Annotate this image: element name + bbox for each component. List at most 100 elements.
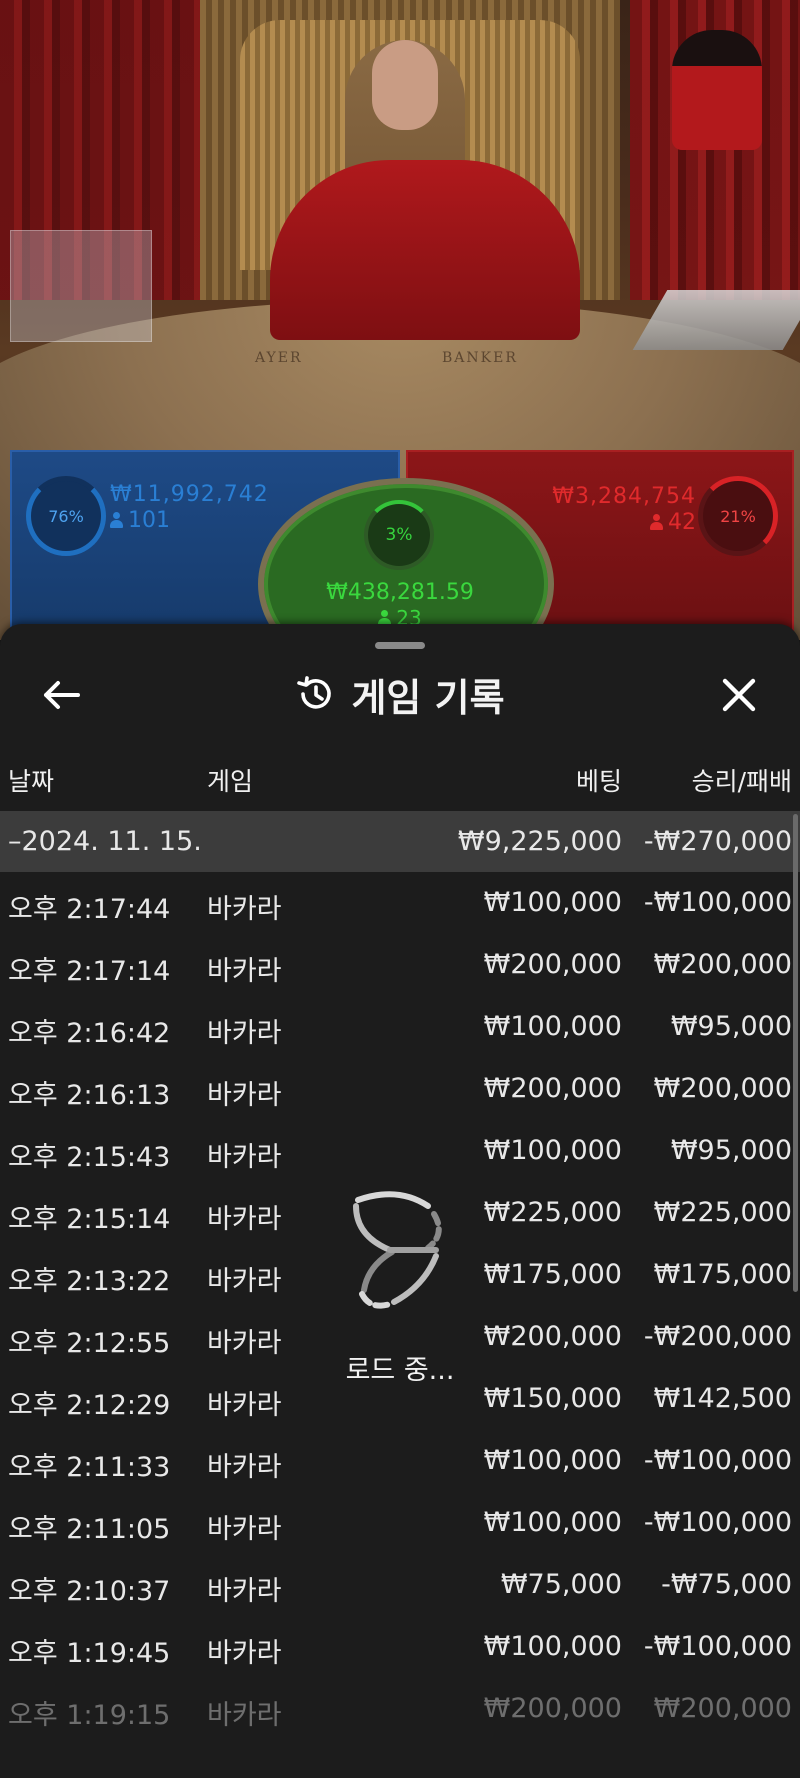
row-game: 바카라 xyxy=(207,1328,282,1359)
history-row[interactable]: 오후 2:11:33 바카라 ₩100,000 -₩100,000 xyxy=(0,1430,800,1492)
row-time: 오후 1:19:45 xyxy=(8,1638,171,1669)
row-game: 바카라 xyxy=(207,956,282,987)
row-game: 바카라 xyxy=(207,894,282,925)
row-bet: ₩75,000 xyxy=(500,1569,622,1600)
person-icon xyxy=(650,514,663,530)
group-result-total: -₩270,000 xyxy=(643,826,792,857)
row-time: 오후 2:10:37 xyxy=(8,1576,171,1607)
row-bet: ₩100,000 xyxy=(483,1011,622,1042)
date-group-row[interactable]: –2024. 11. 15. ₩9,225,000 -₩270,000 xyxy=(0,811,800,872)
banker-percent-ring: 21% xyxy=(698,476,778,556)
table-label-player: AYER xyxy=(255,350,303,366)
row-bet: ₩200,000 xyxy=(483,1693,622,1724)
history-icon xyxy=(297,676,332,709)
live-video-stage: AYER BANKER 76% ₩11,992,742 101 21% ₩3,2… xyxy=(0,0,800,640)
history-row[interactable]: 오후 2:17:14 바카라 ₩200,000 ₩200,000 xyxy=(0,934,800,996)
row-result: ₩200,000 xyxy=(653,1693,792,1724)
row-result: ₩225,000 xyxy=(653,1197,792,1228)
loading-spinner-icon xyxy=(353,1191,442,1309)
row-bet: ₩200,000 xyxy=(483,949,622,980)
close-button[interactable] xyxy=(714,670,764,720)
dealer-body xyxy=(270,160,580,340)
row-game: 바카라 xyxy=(207,1514,282,1545)
history-row[interactable]: 오후 2:11:05 바카라 ₩100,000 -₩100,000 xyxy=(0,1492,800,1554)
player-bet-amount: ₩11,992,742 xyxy=(110,482,269,507)
column-header-game[interactable]: 게임 xyxy=(207,762,253,798)
history-row[interactable]: 오후 1:19:45 바카라 ₩100,000 -₩100,000 xyxy=(0,1616,800,1678)
column-header-bet[interactable]: 베팅 xyxy=(576,762,622,798)
row-result: ₩175,000 xyxy=(653,1259,792,1290)
history-row[interactable]: 오후 2:15:43 바카라 ₩100,000 ₩95,000 xyxy=(0,1120,800,1182)
banker-bet-count: 42 xyxy=(650,510,696,535)
column-header-result[interactable]: 승리/패배 xyxy=(692,762,792,798)
column-header-date[interactable]: 날짜 xyxy=(8,762,54,798)
row-time: 오후 1:19:15 xyxy=(8,1700,171,1731)
row-time: 오후 2:11:05 xyxy=(8,1514,171,1545)
row-time: 오후 2:11:33 xyxy=(8,1452,171,1483)
history-row[interactable]: 오후 2:17:44 바카라 ₩100,000 -₩100,000 xyxy=(0,872,800,934)
row-bet: ₩100,000 xyxy=(483,1631,622,1662)
row-bet: ₩200,000 xyxy=(483,1073,622,1104)
row-game: 바카라 xyxy=(207,1638,282,1669)
row-time: 오후 2:16:13 xyxy=(8,1080,171,1111)
row-time: 오후 2:15:43 xyxy=(8,1142,171,1173)
row-game: 바카라 xyxy=(207,1142,282,1173)
row-game: 바카라 xyxy=(207,1452,282,1483)
row-time: 오후 2:12:29 xyxy=(8,1390,171,1421)
row-time: 오후 2:17:14 xyxy=(8,956,171,987)
row-result: -₩100,000 xyxy=(643,1631,792,1662)
row-time: 오후 2:17:44 xyxy=(8,894,171,925)
row-bet: ₩100,000 xyxy=(483,887,622,918)
row-game: 바카라 xyxy=(207,1018,282,1049)
drag-handle[interactable] xyxy=(375,642,425,649)
row-game: 바카라 xyxy=(207,1266,282,1297)
row-result: -₩100,000 xyxy=(643,1445,792,1476)
history-row[interactable]: 오후 2:16:13 바카라 ₩200,000 ₩200,000 xyxy=(0,1058,800,1120)
history-row[interactable]: 오후 2:10:37 바카라 ₩75,000 -₩75,000 xyxy=(0,1554,800,1616)
page-title: 게임 기록 xyxy=(351,675,505,720)
group-date: –2024. 11. 15. xyxy=(8,826,202,857)
history-row[interactable]: 오후 2:16:42 바카라 ₩100,000 ₩95,000 xyxy=(0,996,800,1058)
row-time: 오후 2:12:55 xyxy=(8,1328,171,1359)
row-bet: ₩225,000 xyxy=(483,1197,622,1228)
row-game: 바카라 xyxy=(207,1204,282,1235)
row-bet: ₩100,000 xyxy=(483,1445,622,1476)
person-icon xyxy=(110,512,123,528)
row-time: 오후 2:15:14 xyxy=(8,1204,171,1235)
card-shoe xyxy=(10,230,152,342)
row-result: ₩200,000 xyxy=(653,1073,792,1104)
row-result: ₩95,000 xyxy=(670,1011,792,1042)
banker-bet-amount: ₩3,284,754 xyxy=(552,484,696,509)
row-result: -₩100,000 xyxy=(643,1507,792,1538)
player-percent-ring: 76% xyxy=(26,476,106,556)
background-dealer xyxy=(672,30,762,150)
dealer-face xyxy=(372,40,438,130)
tie-bet-amount: ₩438,281.59 xyxy=(326,580,474,605)
table-label-banker: BANKER xyxy=(442,350,518,366)
row-game: 바카라 xyxy=(207,1390,282,1421)
row-game: 바카라 xyxy=(207,1576,282,1607)
row-game: 바카라 xyxy=(207,1080,282,1111)
row-result: -₩200,000 xyxy=(643,1321,792,1352)
row-bet: ₩150,000 xyxy=(483,1383,622,1414)
row-bet: ₩175,000 xyxy=(483,1259,622,1290)
loading-text: 로드 중... xyxy=(345,1355,455,1386)
close-icon xyxy=(722,678,756,712)
row-result: ₩142,500 xyxy=(653,1383,792,1414)
sheet-header: 게임 기록 xyxy=(0,666,800,722)
row-bet: ₩100,000 xyxy=(483,1507,622,1538)
group-bet-total: ₩9,225,000 xyxy=(457,826,622,857)
row-time: 오후 2:13:22 xyxy=(8,1266,171,1297)
scrollbar[interactable] xyxy=(793,814,798,1292)
row-result: -₩75,000 xyxy=(661,1569,792,1600)
row-time: 오후 2:16:42 xyxy=(8,1018,171,1049)
row-result: ₩200,000 xyxy=(653,949,792,980)
player-bet-count: 101 xyxy=(110,508,170,533)
history-row[interactable]: 오후 1:19:15 바카라 ₩200,000 ₩200,000 xyxy=(0,1678,800,1740)
row-result: -₩100,000 xyxy=(643,887,792,918)
row-result: ₩95,000 xyxy=(670,1135,792,1166)
tie-percent-ring: 3% xyxy=(364,500,434,570)
row-bet: ₩200,000 xyxy=(483,1321,622,1352)
row-game: 바카라 xyxy=(207,1700,282,1731)
row-bet: ₩100,000 xyxy=(483,1135,622,1166)
